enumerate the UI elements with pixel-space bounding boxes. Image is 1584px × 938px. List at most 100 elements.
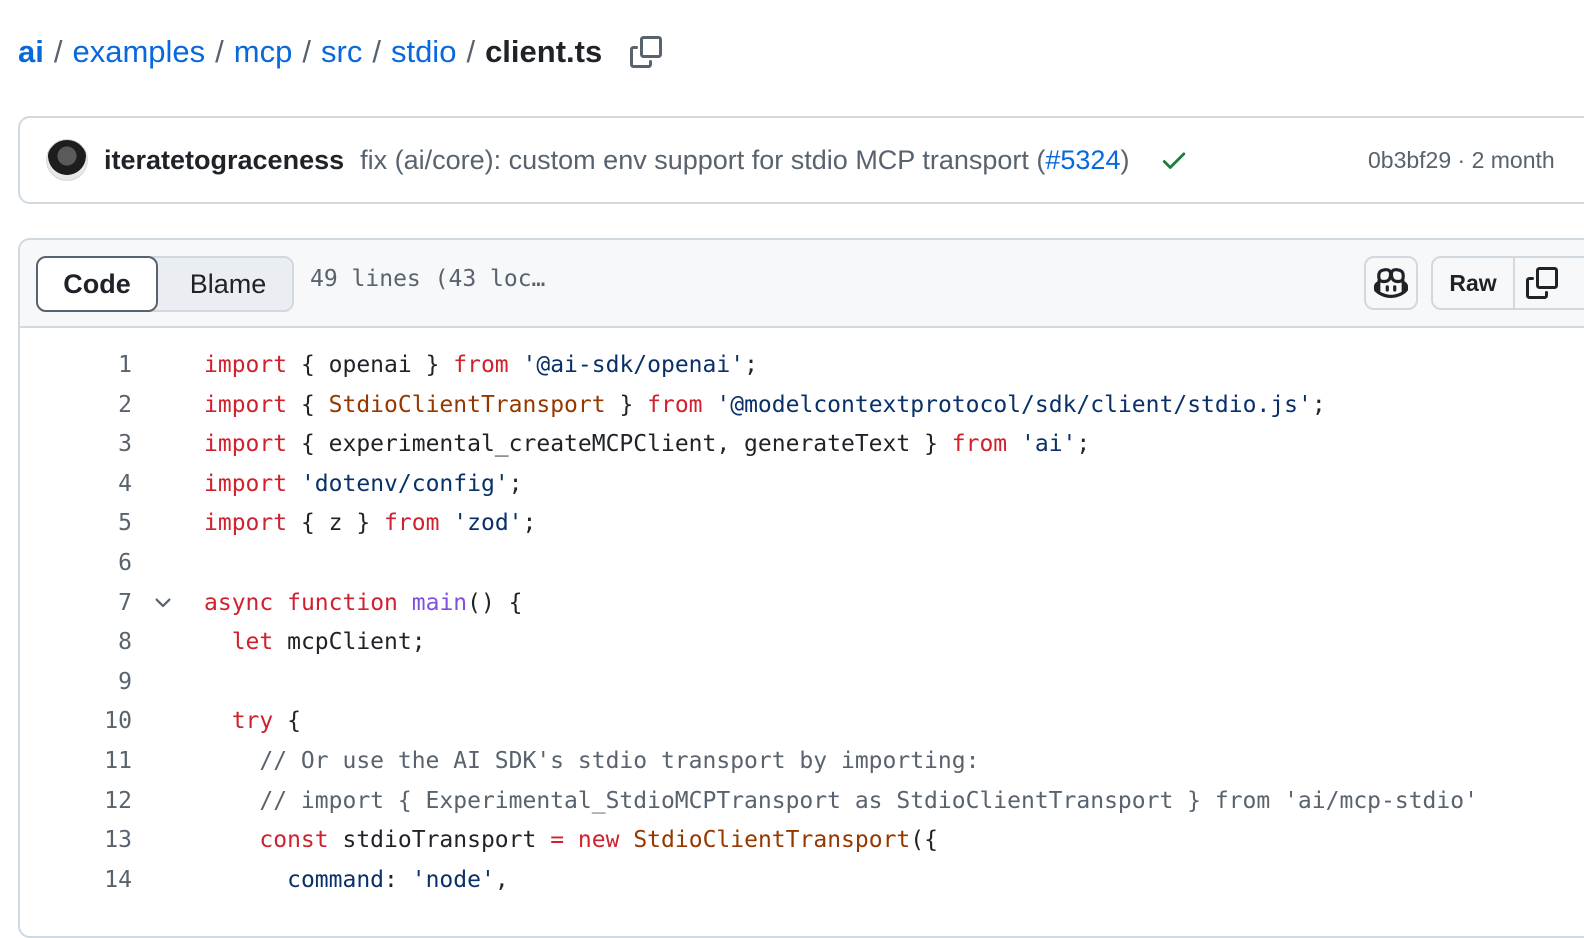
code-token: from: [647, 391, 703, 418]
code-view[interactable]: 1 import { openai } from '@ai-sdk/openai'…: [20, 328, 1584, 900]
code-text: import { experimental_createMCPClient, g…: [204, 425, 1090, 465]
line-number[interactable]: 11: [20, 742, 132, 782]
commit-meta[interactable]: 0b3bf29 · 2 month: [1368, 147, 1555, 174]
check-icon[interactable]: [1159, 145, 1189, 175]
code-token: { experimental_createMCPClient, generate…: [287, 431, 952, 458]
code-token: ;: [508, 470, 523, 497]
code-line[interactable]: 11 // Or use the AI SDK's stdio transpor…: [20, 742, 1584, 782]
line-number[interactable]: 13: [20, 821, 132, 861]
code-token: // import { Experimental_StdioMCPTranspo…: [204, 787, 1478, 814]
code-text: import { openai } from '@ai-sdk/openai';: [204, 346, 758, 386]
code-text: try {: [204, 702, 301, 742]
code-token: // Or use the AI SDK's stdio transport b…: [204, 747, 980, 774]
line-number[interactable]: 14: [20, 861, 132, 901]
line-number[interactable]: 5: [20, 504, 132, 544]
code-token: 'dotenv/config': [300, 470, 509, 497]
code-token: from: [951, 431, 1008, 458]
code-line[interactable]: 14 command: 'node',: [20, 861, 1584, 901]
code-token: command: [287, 866, 385, 893]
code-line[interactable]: 8 let mcpClient;: [20, 623, 1584, 663]
line-number[interactable]: 4: [20, 465, 132, 505]
code-token: 'ai': [1021, 431, 1077, 458]
code-token: ({: [910, 827, 938, 854]
line-number[interactable]: 9: [20, 663, 132, 703]
code-token: let: [231, 629, 274, 656]
breadcrumb-link-ai[interactable]: ai: [18, 34, 44, 70]
code-token: 'node': [411, 866, 495, 893]
line-number[interactable]: 7: [20, 584, 132, 624]
breadcrumb: ai / examples / mcp / src / stdio / clie…: [18, 30, 664, 74]
line-number[interactable]: 8: [20, 623, 132, 663]
pr-link[interactable]: #5324: [1045, 145, 1120, 175]
code-token: ;: [1076, 431, 1091, 458]
code-token: StdioClientTransport: [633, 827, 911, 854]
code-text: import { z } from 'zod';: [204, 504, 536, 544]
code-token: () {: [467, 589, 523, 616]
tab-blame[interactable]: Blame: [162, 258, 294, 310]
code-line[interactable]: 10 try {: [20, 702, 1584, 742]
file-info: 49 lines (43 loc…: [310, 266, 546, 292]
code-text: const stdioTransport = new StdioClientTr…: [204, 821, 938, 861]
code-token: {: [273, 708, 301, 735]
code-text: // import { Experimental_StdioMCPTranspo…: [204, 782, 1478, 822]
code-token: const: [259, 827, 329, 854]
code-token: 'zod': [453, 510, 523, 537]
line-number[interactable]: 12: [20, 782, 132, 822]
code-token: function: [287, 589, 398, 616]
code-token: stdioTransport: [328, 827, 551, 854]
line-number[interactable]: 2: [20, 386, 132, 426]
breadcrumb-separator: /: [53, 34, 63, 69]
chevron-down-icon[interactable]: [150, 584, 176, 624]
commit-author[interactable]: iteratetograceness: [104, 145, 344, 176]
breadcrumb-link-examples[interactable]: examples: [72, 34, 205, 70]
commit-message[interactable]: fix (ai/core): custom env support for st…: [360, 145, 1129, 176]
avatar[interactable]: [46, 139, 88, 181]
code-line[interactable]: 1 import { openai } from '@ai-sdk/openai'…: [20, 346, 1584, 386]
code-token: '@modelcontextprotocol/sdk/client/stdio.…: [716, 391, 1312, 418]
breadcrumb-separator: /: [302, 34, 311, 69]
code-token: '@ai-sdk/openai': [522, 352, 745, 378]
code-line[interactable]: 7 async function main() {: [20, 584, 1584, 624]
code-token: {: [287, 391, 329, 418]
raw-button[interactable]: Raw: [1433, 258, 1515, 308]
line-number[interactable]: 10: [20, 702, 132, 742]
code-line[interactable]: 13 const stdioTransport = new StdioClien…: [20, 821, 1584, 861]
commit-message-text: fix (ai/core): custom env support for st…: [360, 144, 1046, 175]
copy-raw-button[interactable]: [1515, 258, 1569, 308]
tab-code[interactable]: Code: [36, 256, 158, 312]
line-number[interactable]: 3: [20, 425, 132, 465]
code-token: ;: [744, 352, 758, 378]
code-line[interactable]: 6: [20, 544, 1584, 584]
line-number[interactable]: 6: [20, 544, 132, 584]
file-header: Code Blame 49 lines (43 loc… Raw: [20, 240, 1584, 328]
code-token: ;: [1311, 391, 1326, 418]
code-text: import { StdioClientTransport } from '@m…: [204, 386, 1326, 426]
code-token: main: [411, 589, 468, 616]
breadcrumb-link-stdio[interactable]: stdio: [391, 34, 456, 70]
code-line[interactable]: 2 import { StdioClientTransport } from '@…: [20, 386, 1584, 426]
breadcrumb-link-src[interactable]: src: [321, 34, 362, 70]
code-token: from: [384, 510, 440, 537]
copy-path-button[interactable]: [628, 34, 664, 70]
code-token: mcpClient;: [273, 629, 426, 656]
copilot-button[interactable]: [1364, 256, 1418, 310]
breadcrumb-current-file: client.ts: [485, 34, 603, 69]
code-token: { openai }: [287, 352, 454, 378]
code-token: try: [231, 708, 274, 735]
code-line[interactable]: 4 import 'dotenv/config';: [20, 465, 1584, 505]
code-line[interactable]: 9: [20, 663, 1584, 703]
code-line[interactable]: 5 import { z } from 'zod';: [20, 504, 1584, 544]
line-number[interactable]: 1: [20, 346, 132, 386]
code-line[interactable]: 12 // import { Experimental_StdioMCPTran…: [20, 782, 1584, 822]
code-line[interactable]: 3 import { experimental_createMCPClient, …: [20, 425, 1584, 465]
view-toggle: Code Blame: [36, 256, 294, 312]
breadcrumb-link-mcp[interactable]: mcp: [234, 34, 293, 70]
